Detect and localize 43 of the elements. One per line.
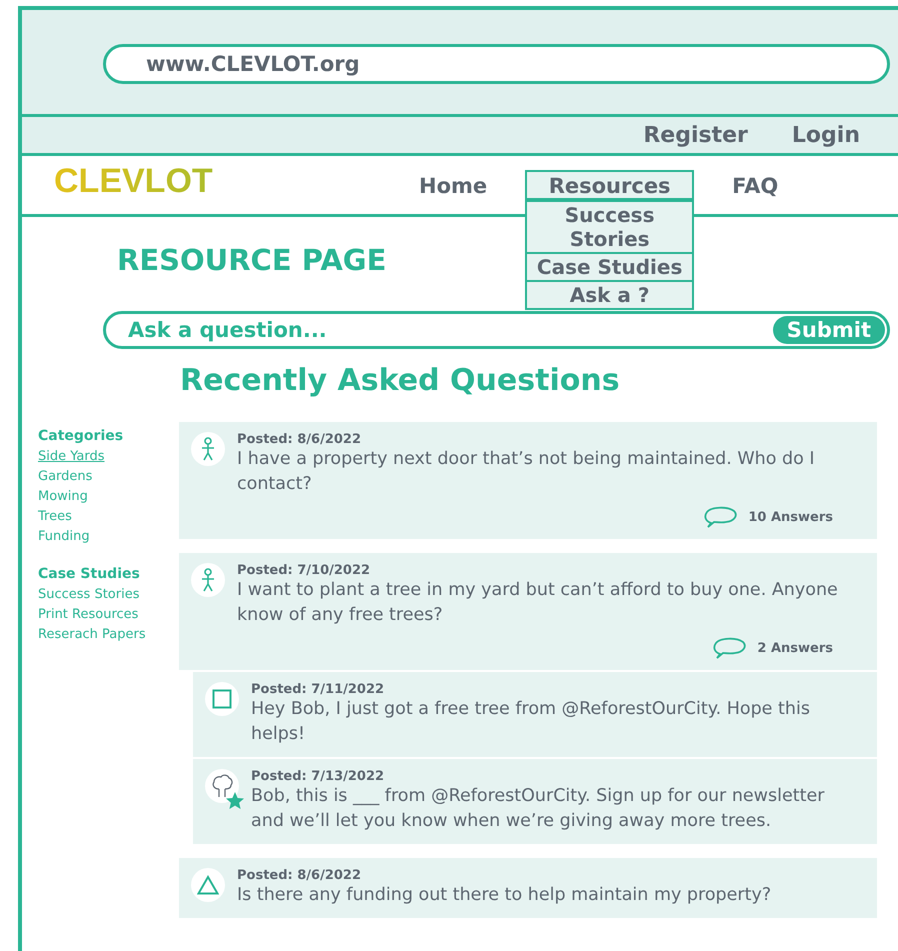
post-text: I want to plant a tree in my yard but can’t afford to buy one. Anyone know of any free trees?	[237, 579, 839, 627]
sidebar-link[interactable]: Side Yards	[38, 449, 105, 464]
sidebar-link[interactable]: Funding	[38, 529, 90, 544]
account-link[interactable]: Login	[792, 122, 860, 148]
post-text: Hey Bob, I just got a free tree from @ReforestOurCity. Hope this helps!	[251, 698, 811, 746]
account-link[interactable]: Register	[643, 122, 748, 148]
sidebar-link[interactable]: Trees	[38, 509, 72, 524]
sidebar-link[interactable]: Gardens	[38, 469, 92, 484]
answers-link[interactable]: 2 Answers	[711, 636, 833, 660]
post-text: Bob, this is ___ from @ReforestOurCity. Sign up for our newsletter and we’ll let you know when we’re giving away more trees.	[251, 785, 826, 833]
sidebar-heading: Categories	[38, 428, 124, 444]
answers-link[interactable]: 10 Answers	[702, 505, 833, 529]
sidebar-link[interactable]: Print Resources	[38, 607, 138, 622]
square-icon	[212, 689, 232, 709]
stick-figure-icon	[201, 568, 215, 592]
post-date: Posted: 8/6/2022	[237, 432, 362, 447]
menu-item[interactable]: Success Stories	[527, 200, 692, 252]
nav-link[interactable]: Resources	[525, 170, 694, 200]
speech-bubble-icon	[711, 636, 748, 660]
post-date: Posted: 8/6/2022	[237, 868, 362, 883]
post-date: Posted: 7/13/2022	[251, 769, 386, 784]
star-icon	[225, 791, 245, 811]
post-date: Posted: 7/11/2022	[251, 682, 386, 697]
address-bar[interactable]: www.CLEVLOT.org	[103, 44, 890, 84]
sidebar-link[interactable]: Mowing	[38, 489, 88, 504]
menu-item[interactable]: Case Studies	[527, 252, 692, 280]
post-date: Posted: 7/10/2022	[237, 563, 372, 578]
speech-bubble-icon	[702, 505, 738, 529]
sidebar-link[interactable]: Success Stories	[38, 587, 140, 602]
menu-item[interactable]: Ask a ?	[527, 280, 692, 308]
page-title: RESOURCE PAGE	[117, 243, 386, 277]
section-title: Recently Asked Questions	[180, 363, 620, 398]
stick-figure-icon	[201, 437, 215, 461]
nav-link[interactable]: Home	[403, 170, 504, 200]
post-text: I have a property next door that’s not being maintained. Who do I contact?	[237, 448, 816, 496]
sidebar-heading: Case Studies	[38, 566, 140, 582]
sidebar-link[interactable]: Reserach Papers	[38, 627, 146, 642]
tree-icon	[211, 774, 233, 798]
post-text: Is there any funding out there to help maintain my property?	[237, 884, 772, 907]
nav-link[interactable]: FAQ	[716, 170, 794, 200]
submit-button[interactable]: Submit	[772, 316, 885, 344]
triangle-icon	[197, 875, 219, 895]
question-field[interactable]: Ask a question... Submit	[103, 311, 890, 349]
